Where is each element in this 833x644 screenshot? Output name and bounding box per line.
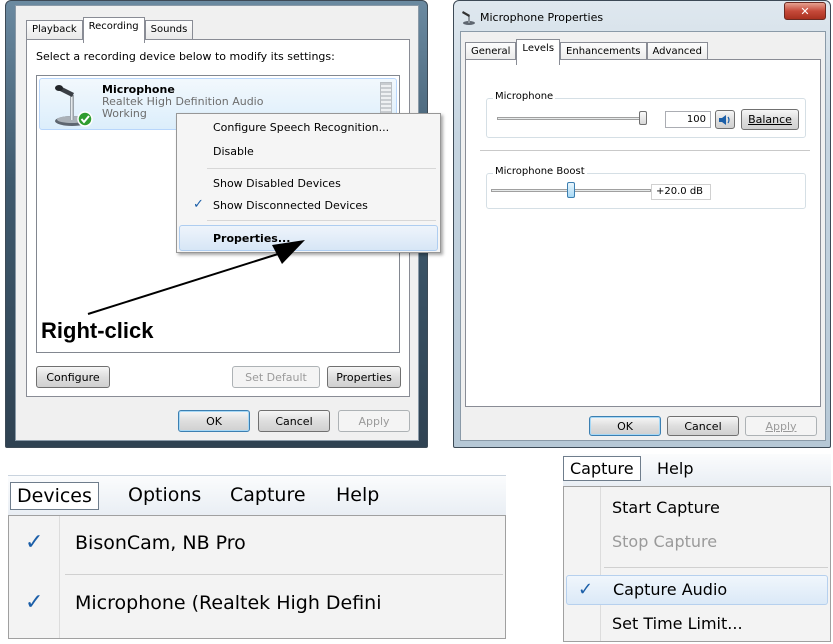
group-divider <box>480 150 810 151</box>
mute-button[interactable] <box>715 110 735 129</box>
menu-separator <box>65 574 503 575</box>
capture-dropdown: Start Capture Stop Capture ✓ Capture Aud… <box>563 486 831 642</box>
microphone-slider-track <box>497 117 647 120</box>
menu-separator <box>604 567 828 568</box>
capture-item-label: Capture Audio <box>613 580 728 599</box>
menu-capture[interactable]: Capture <box>563 456 641 481</box>
checkmark-icon: ✓ <box>578 579 594 600</box>
boost-group: Microphone Boost +20.0 dB <box>486 166 806 209</box>
speaker-icon <box>719 114 730 125</box>
menu-help[interactable]: Help <box>657 459 693 478</box>
mic-ok-button[interactable]: OK <box>589 416 661 436</box>
capture-item-label: Set Time Limit... <box>612 614 743 633</box>
capture-item-label: Start Capture <box>612 498 720 517</box>
checkmark-icon: ✓ <box>25 530 44 555</box>
boost-group-label: Microphone Boost <box>493 166 587 177</box>
mic-properties-window: Microphone Properties ✕ General Levels E… <box>453 0 831 448</box>
devices-dropdown: ✓ BisonCam, NB Pro ✓ Microphone (Realtek… <box>8 515 506 639</box>
microphone-slider-thumb[interactable] <box>639 111 647 125</box>
microphone-group: Microphone 100 Balance <box>486 91 806 138</box>
balance-button[interactable]: Balance <box>741 109 799 130</box>
devices-item-microphone[interactable]: ✓ Microphone (Realtek High Defini <box>9 580 505 632</box>
menu-devices[interactable]: Devices <box>10 482 99 510</box>
capture-item-start[interactable]: Start Capture <box>564 493 830 523</box>
capture-item-stop[interactable]: Stop Capture <box>564 527 830 557</box>
boost-slider[interactable] <box>491 182 651 198</box>
capture-item-label: Stop Capture <box>612 532 718 551</box>
tab-levels[interactable]: Levels <box>516 39 561 65</box>
close-button[interactable]: ✕ <box>784 2 826 20</box>
close-icon: ✕ <box>800 4 810 18</box>
capture-menubar: Capture Help <box>563 454 831 486</box>
devices-item-label: BisonCam, NB Pro <box>75 532 246 554</box>
boost-slider-thumb[interactable] <box>567 182 575 198</box>
menu-options[interactable]: Options <box>128 484 201 506</box>
tab-recording[interactable]: Recording <box>82 17 145 43</box>
capture-item-time-limit[interactable]: Set Time Limit... <box>564 609 830 639</box>
microphone-slider[interactable] <box>497 111 647 125</box>
menu-help[interactable]: Help <box>336 484 379 506</box>
menu-capture[interactable]: Capture <box>230 484 306 506</box>
mic-cancel-button[interactable]: Cancel <box>667 416 739 436</box>
microphone-level-field[interactable]: 100 <box>665 111 711 128</box>
boost-level-field: +20.0 dB <box>651 184 711 200</box>
mic-apply-button[interactable]: Apply <box>745 416 817 436</box>
levels-tab-panel: Microphone 100 Balance Microphone Boost … <box>465 59 821 407</box>
devices-item-label: Microphone (Realtek High Defini <box>75 592 382 614</box>
devices-menubar: Devices Options Capture Help <box>8 475 506 515</box>
microphone-group-label: Microphone <box>493 91 556 102</box>
mic-properties-client: General Levels Enhancements Advanced Mic… <box>460 31 826 441</box>
mic-properties-title: Microphone Properties <box>480 11 604 24</box>
checkmark-icon: ✓ <box>25 590 44 615</box>
capture-item-audio[interactable]: ✓ Capture Audio <box>566 575 828 605</box>
mic-properties-title-icon <box>462 11 475 25</box>
devices-item-bisoncam[interactable]: ✓ BisonCam, NB Pro <box>9 522 505 568</box>
